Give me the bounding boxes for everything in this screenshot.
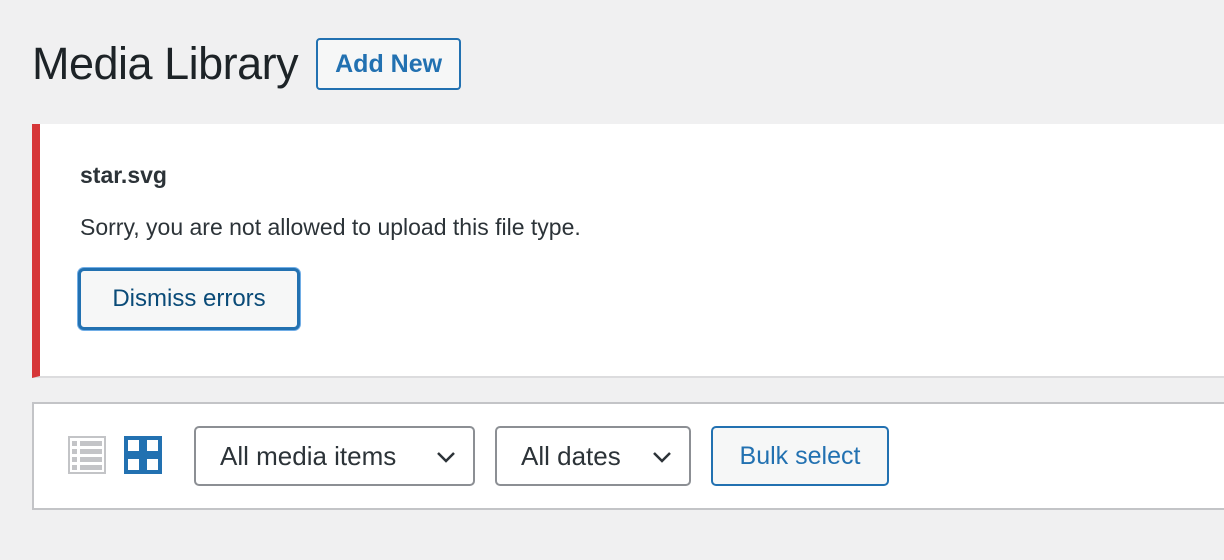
bulk-select-button[interactable]: Bulk select <box>711 426 889 486</box>
dismiss-errors-button[interactable]: Dismiss errors <box>78 268 300 330</box>
page-header: Media Library Add New <box>32 36 462 92</box>
upload-error-notice: star.svg Sorry, you are not allowed to u… <box>32 124 1224 378</box>
date-filter[interactable]: All dates <box>495 426 691 486</box>
page-title: Media Library <box>32 38 299 89</box>
chevron-down-icon <box>437 452 455 463</box>
grid-view-icon[interactable] <box>124 436 162 474</box>
chevron-down-icon <box>653 452 671 463</box>
media-type-filter[interactable]: All media items <box>194 426 475 486</box>
media-toolbar: All media items All dates Bulk select <box>32 402 1224 510</box>
error-message: Sorry, you are not allowed to upload thi… <box>80 214 581 240</box>
error-file-name: star.svg <box>80 162 167 188</box>
date-filter-value: All dates <box>521 440 621 471</box>
add-new-button[interactable]: Add New <box>316 38 462 90</box>
media-type-filter-value: All media items <box>220 440 397 471</box>
list-view-icon[interactable] <box>68 436 106 474</box>
